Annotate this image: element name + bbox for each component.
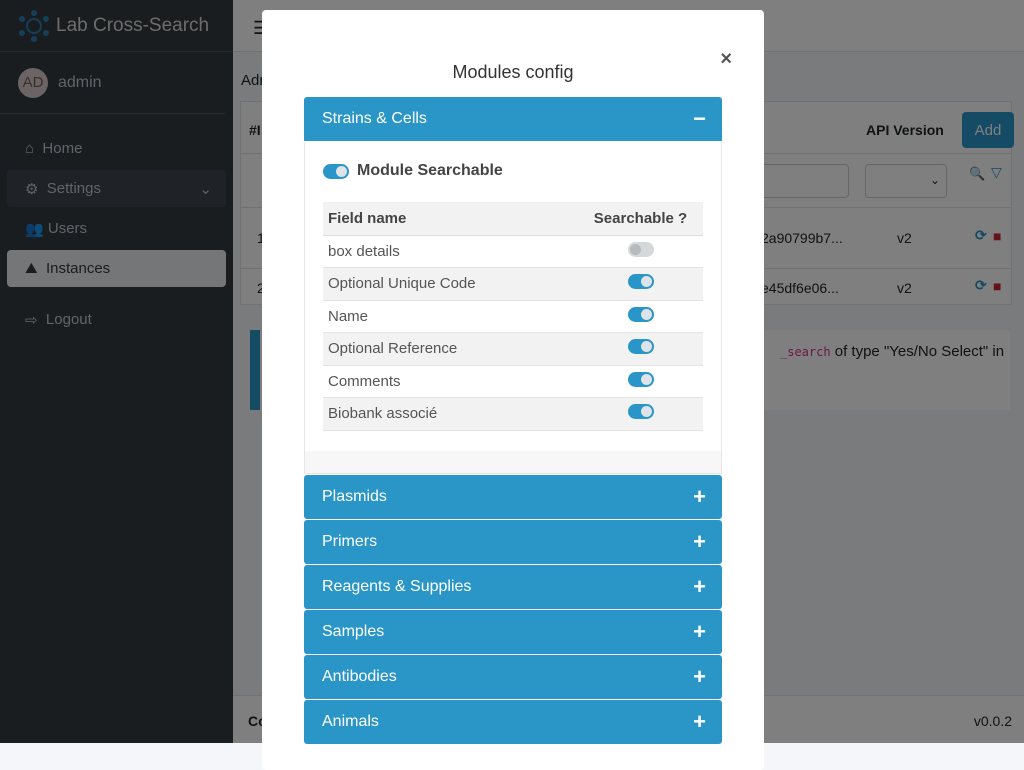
accordion-title: Samples [322,623,385,640]
module-searchable-toggle[interactable] [323,163,349,179]
accordion-header-antibodies[interactable]: Antibodies + [304,655,722,699]
field-row: box details [323,235,703,268]
accordion-title: Animals [322,713,379,730]
column-header-field-name: Field name [323,202,573,236]
accordion-title: Primers [322,533,378,550]
accordion-title: Plasmids [322,488,387,505]
field-searchable-toggle[interactable] [627,339,654,355]
field-row: Name [323,300,703,333]
field-name: Biobank associé [323,397,573,431]
module-searchable-label: Module Searchable [357,162,503,179]
modules-config-modal: Modules config × Strains & Cells − Module… [262,10,764,770]
collapse-icon: − [693,106,706,131]
accordion-title: Reagents & Supplies [322,578,472,595]
field-searchable-toggle[interactable] [627,306,654,322]
expand-icon: + [693,664,706,689]
fields-table: Field name Searchable ? box details Option… [323,202,703,431]
accordion-header-primers[interactable]: Primers + [304,520,722,564]
accordion-body-strains-cells: Module Searchable Field name Searchable ?… [304,142,722,474]
accordion-header-strains-cells[interactable]: Strains & Cells − [304,97,722,141]
field-searchable-toggle[interactable] [627,241,654,257]
accordion-header-samples[interactable]: Samples + [304,610,722,654]
field-row: Optional Unique Code [323,267,703,301]
field-row: Optional Reference [323,332,703,366]
expand-icon: + [693,484,706,509]
field-name: Optional Unique Code [323,267,573,301]
accordion-header-animals[interactable]: Animals + [304,700,722,744]
field-searchable-toggle[interactable] [627,274,654,290]
accordion-header-reagents-supplies[interactable]: Reagents & Supplies + [304,565,722,609]
modules-accordion: Strains & Cells − Module Searchable Field… [304,97,722,745]
field-searchable-toggle[interactable] [627,404,654,420]
expand-icon: + [693,709,706,734]
field-name: Comments [323,365,573,398]
field-row: Biobank associé [323,397,703,431]
modal-title: Modules config [452,62,574,82]
field-name: Optional Reference [323,332,573,366]
accordion-title: Strains & Cells [322,110,427,127]
field-name: Name [323,300,573,333]
expand-icon: + [693,529,706,554]
field-searchable-toggle[interactable] [627,371,654,387]
expand-icon: + [693,619,706,644]
accordion-title: Antibodies [322,668,397,685]
accordion-header-plasmids[interactable]: Plasmids + [304,475,722,519]
field-name: box details [323,235,573,268]
column-header-searchable: Searchable ? [573,202,703,236]
close-button[interactable]: × [720,48,732,71]
expand-icon: + [693,574,706,599]
field-row: Comments [323,365,703,398]
